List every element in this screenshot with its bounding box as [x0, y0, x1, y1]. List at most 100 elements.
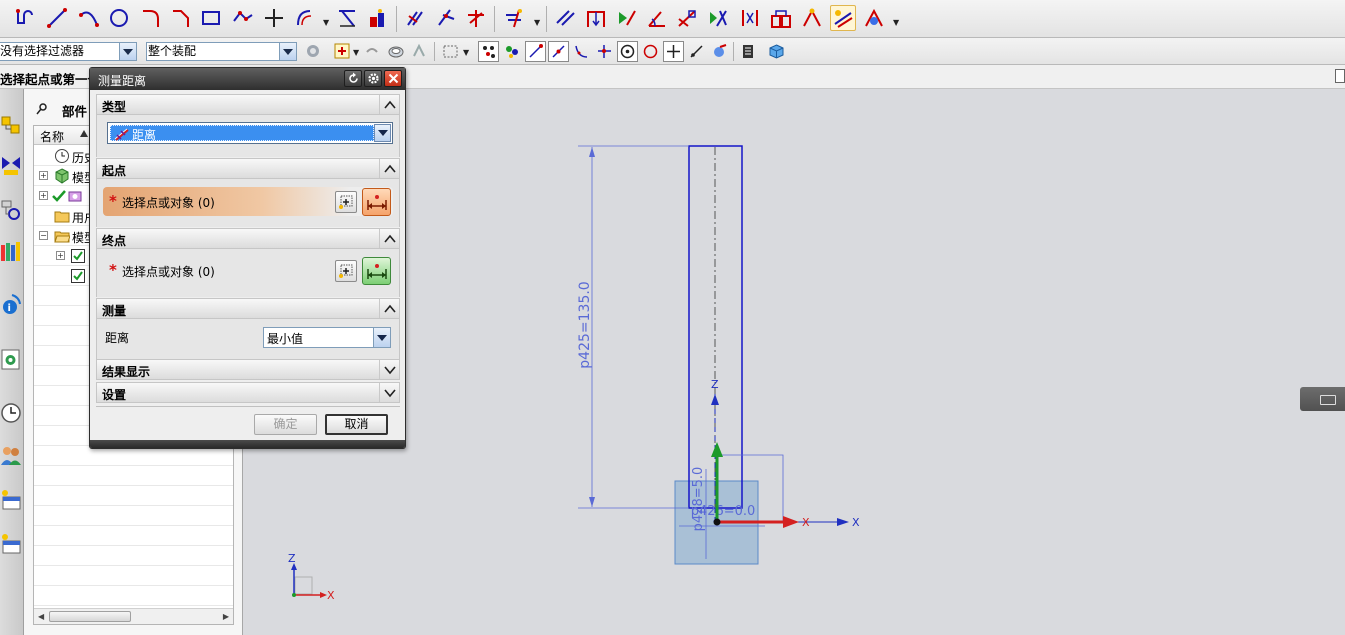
auto-constrain-icon[interactable] [614, 5, 640, 31]
rectangle-select-icon[interactable] [440, 41, 461, 62]
perpendicular-icon[interactable] [433, 5, 459, 31]
general-selection-icon[interactable] [332, 41, 353, 62]
dimension-small-horizontal-label[interactable]: p426=0.0 [691, 504, 756, 519]
wcs-x-arrow-icon[interactable] [783, 516, 799, 528]
process-studio-icon[interactable] [0, 486, 22, 514]
alternate-solution-icon[interactable] [674, 5, 700, 31]
type-filter-select[interactable]: 没有选择过滤器 [0, 42, 137, 61]
continuous-auto-dimension-icon[interactable] [830, 5, 856, 31]
roles-icon[interactable] [0, 530, 22, 558]
end-point-icon[interactable] [525, 41, 546, 62]
point-dialog-button[interactable] [335, 191, 357, 213]
dialog-titlebar[interactable]: 测量距离 [90, 68, 405, 90]
group-header-type[interactable]: 类型 [96, 94, 400, 115]
chevron-up-icon[interactable] [379, 299, 399, 318]
point-dialog-button[interactable] [335, 260, 357, 282]
circle-icon[interactable] [106, 5, 132, 31]
point-icon[interactable] [261, 5, 287, 31]
origin-point[interactable] [713, 518, 721, 526]
relations-browser-icon[interactable] [799, 5, 825, 31]
make-corner-icon[interactable] [364, 5, 390, 31]
constraint-icon[interactable] [403, 5, 429, 31]
start-point-selector[interactable]: * 选择点或对象 (0) [103, 187, 393, 216]
group-header-measure[interactable]: 测量 [96, 298, 400, 319]
profile-icon[interactable] [12, 5, 38, 31]
dropdown-icon[interactable]: ▼ [323, 18, 329, 27]
reset-button[interactable] [344, 70, 362, 87]
offset-curve-icon[interactable] [292, 5, 318, 31]
select-all-icon[interactable] [386, 41, 407, 62]
selection-scope-select[interactable]: 整个装配 [146, 42, 297, 61]
intersect-icon[interactable] [463, 5, 489, 31]
horizontal-scrollbar[interactable]: ◀ ▶ [34, 608, 233, 624]
snap-point-config-icon[interactable] [502, 41, 523, 62]
checkbox-checked-icon[interactable] [70, 268, 86, 284]
chevron-down-icon[interactable] [379, 360, 399, 379]
component-filter-icon[interactable] [766, 41, 787, 62]
group-header-start[interactable]: 起点 [96, 158, 400, 179]
chevron-up-icon[interactable] [379, 95, 399, 114]
dimension-main-label[interactable]: p425=135.0 [577, 281, 593, 368]
scroll-right-icon[interactable]: ▶ [223, 612, 229, 621]
dropdown-icon[interactable]: ▼ [463, 48, 469, 57]
chevron-down-icon[interactable] [379, 383, 399, 402]
polygon-icon[interactable] [230, 5, 256, 31]
reuse-library-icon[interactable] [0, 237, 22, 265]
point-on-curve-icon[interactable] [571, 41, 592, 62]
dropdown-icon[interactable]: ▼ [893, 18, 899, 27]
part-navigator-icon[interactable] [0, 196, 22, 224]
ok-button[interactable]: 确定 [254, 414, 317, 435]
web-browser-icon[interactable] [0, 345, 22, 373]
graphics-window[interactable]: p425=135.0 p428=5.0 p426=0.0 Z X X Z X [243, 89, 1345, 635]
checkbox-checked-icon[interactable] [70, 248, 86, 264]
group-header-settings[interactable]: 设置 [96, 382, 400, 403]
studio-spline-icon[interactable] [501, 5, 527, 31]
expand-icon[interactable]: + [39, 191, 48, 200]
scroll-left-icon[interactable]: ◀ [38, 612, 44, 621]
animate-dimension-icon[interactable] [861, 5, 887, 31]
angle-dimension-icon[interactable] [644, 5, 670, 31]
quadrant-point-icon[interactable] [640, 41, 661, 62]
end-point-selector[interactable]: * 选择点或对象 (0) [103, 256, 393, 285]
group-header-result[interactable]: 结果显示 [96, 359, 400, 380]
chevron-up-icon[interactable] [379, 229, 399, 248]
inferred-point-button[interactable] [362, 257, 391, 285]
history-icon[interactable] [0, 399, 22, 427]
filter-settings-icon[interactable] [303, 41, 324, 62]
inferred-point-button[interactable] [362, 188, 391, 216]
expand-icon[interactable]: + [39, 171, 48, 180]
show-constraints-icon[interactable] [705, 5, 731, 31]
settings-button[interactable] [364, 70, 382, 87]
keyboard-handle-icon[interactable] [1300, 387, 1345, 411]
sort-ascending-icon[interactable] [80, 130, 88, 137]
point-on-face-icon[interactable] [686, 41, 707, 62]
dimension-icon[interactable] [583, 5, 609, 31]
scrollbar-thumb[interactable] [49, 611, 131, 622]
chamfer-icon[interactable] [168, 5, 194, 31]
pin-icon[interactable] [36, 101, 50, 115]
fillet-icon[interactable] [138, 5, 164, 31]
wcs-y-arrow-icon[interactable] [711, 442, 723, 457]
close-button[interactable] [384, 70, 402, 87]
assembly-navigator-filter-icon[interactable] [738, 41, 759, 62]
inferred-dimension-icon[interactable] [737, 5, 763, 31]
quick-trim-icon[interactable] [334, 5, 360, 31]
chevron-down-icon[interactable] [279, 43, 296, 60]
cue-line-handle[interactable] [1335, 69, 1345, 83]
chevron-down-icon[interactable] [374, 124, 391, 142]
convert-reference-icon[interactable] [768, 5, 794, 31]
undo-selection-icon[interactable] [362, 41, 383, 62]
existing-point-icon[interactable] [663, 41, 684, 62]
rectangle-icon[interactable] [198, 5, 224, 31]
constraint-navigator-icon[interactable] [0, 151, 22, 179]
expand-icon[interactable]: + [56, 251, 65, 260]
snap-point-all-icon[interactable] [478, 41, 499, 62]
chevron-down-icon[interactable] [373, 328, 390, 347]
group-header-end[interactable]: 终点 [96, 228, 400, 249]
chevron-down-icon[interactable] [119, 43, 136, 60]
parallel-icon[interactable] [553, 5, 579, 31]
arc-center-icon[interactable] [617, 41, 638, 62]
measure-type-select[interactable]: 距离 [107, 122, 393, 144]
deselect-icon[interactable] [409, 41, 430, 62]
chevron-up-icon[interactable] [379, 159, 399, 178]
